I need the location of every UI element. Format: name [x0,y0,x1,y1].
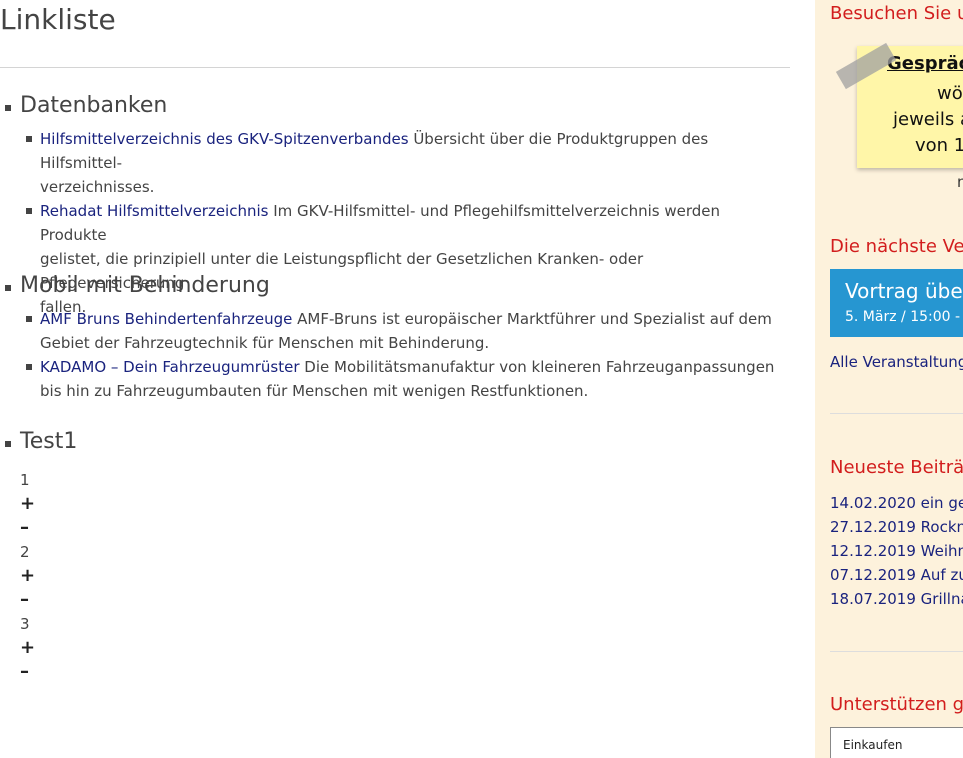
accordion-list: 1 + – 2 + – 3 + – [20,468,35,684]
square-bullet-icon [5,441,11,447]
link-amf-bruns[interactable]: AMF Bruns Behindertenfahrzeuge [40,310,292,328]
section-heading: Mobil mit Behinderung [0,271,790,301]
collapse-icon[interactable]: – [20,660,35,684]
accordion-item: 1 + – [20,468,35,540]
collapse-icon[interactable]: – [20,516,35,540]
accordion-item-label: 2 [20,543,30,561]
accordion-item-label: 3 [20,615,30,633]
square-bullet-icon [26,364,32,370]
post-link[interactable]: 07.12.2019 Auf zu [830,563,963,587]
sticky-note-more: n [957,173,963,191]
link-description: bis hin zu Fahrzeugumbauten für Menschen… [40,382,589,400]
post-link[interactable]: 27.12.2019 Rockna [830,515,963,539]
sidebar: Besuchen Sie u Gespräc wöc jeweils a von… [815,0,963,758]
link-gkv-hilfsmittelverzeichnis[interactable]: Hilfsmittelverzeichnis des GKV-Spitzenve… [40,130,409,148]
list-item: KADAMO – Dein Fahrzeugumrüster Die Mobil… [26,355,790,403]
link-description: AMF-Bruns ist europäischer Marktführer u… [292,310,772,328]
shop-select-value: Einkaufen [843,738,903,752]
sidebar-divider [830,651,963,652]
sidebar-divider [830,413,963,414]
expand-icon[interactable]: + [20,636,35,660]
link-description: Gebiet der Fahrzeugtechnik für Menschen … [40,334,490,352]
square-bullet-icon [26,316,32,322]
section-heading: Datenbanken [0,91,790,121]
accordion-item: 3 + – [20,612,35,684]
list-item: AMF Bruns Behindertenfahrzeuge AMF-Bruns… [26,307,790,355]
list-item: Hilfsmittelverzeichnis des GKV-Spitzenve… [26,127,790,199]
section-title: Mobil mit Behinderung [20,273,270,298]
page-title: Linkliste [0,3,116,36]
link-description: verzeichnisses. [40,178,155,196]
square-bullet-icon [26,208,32,214]
accordion-item: 2 + – [20,540,35,612]
link-description: Die Mobilitätsmanufaktur von kleineren F… [299,358,775,376]
title-divider [0,67,790,68]
section-title: Datenbanken [20,93,168,118]
event-date: 5. März / 15:00 - [845,309,961,325]
event-title: Vortrag über [845,279,963,303]
shop-select[interactable]: Einkaufen [830,727,963,758]
link-kadamo[interactable]: KADAMO – Dein Fahrzeugumrüster [40,358,300,376]
latest-posts-list: 14.02.2020 ein ger 27.12.2019 Rockna 12.… [830,491,963,611]
link-list: AMF Bruns Behindertenfahrzeuge AMF-Bruns… [26,307,790,403]
square-bullet-icon [5,105,11,111]
sticky-note-line: wöc [937,83,963,104]
section-test1: Test1 1 + – 2 + – 3 + – [0,427,790,682]
sidebar-next-event-title: Die nächste Ve [830,236,963,257]
collapse-icon[interactable]: – [20,588,35,612]
sticky-note-line: jeweils a [893,109,963,130]
post-link[interactable]: 14.02.2020 ein ger [830,491,963,515]
sidebar-support-title: Unterstützen g [830,694,963,715]
link-rehadat[interactable]: Rehadat Hilfsmittelverzeichnis [40,202,268,220]
section-datenbanken: Datenbanken Hilfsmittelverzeichnis des G… [0,91,790,316]
expand-icon[interactable]: + [20,492,35,516]
accordion-item-label: 1 [20,471,30,489]
sidebar-latest-posts-title: Neueste Beiträ [830,457,963,478]
expand-icon[interactable]: + [20,564,35,588]
all-events-link[interactable]: Alle Veranstaltung [830,350,963,374]
square-bullet-icon [5,285,11,291]
post-link[interactable]: 12.12.2019 Weihn [830,539,963,563]
sticky-note-heading: Gespräc [887,53,963,74]
post-link[interactable]: 18.07.2019 Grillna [830,587,963,611]
event-card[interactable]: Vortrag über 5. März / 15:00 - [830,269,963,337]
section-mobil-mit-behinderung: Mobil mit Behinderung AMF Bruns Behinder… [0,271,790,400]
sidebar-visit-title: Besuchen Sie u [830,3,963,24]
section-heading: Test1 [0,427,790,457]
square-bullet-icon [26,136,32,142]
sticky-note-line: von 15 [915,135,963,156]
list-item: Rehadat Hilfsmittelverzeichnis Im GKV-Hi… [26,199,790,319]
section-title: Test1 [20,429,78,454]
